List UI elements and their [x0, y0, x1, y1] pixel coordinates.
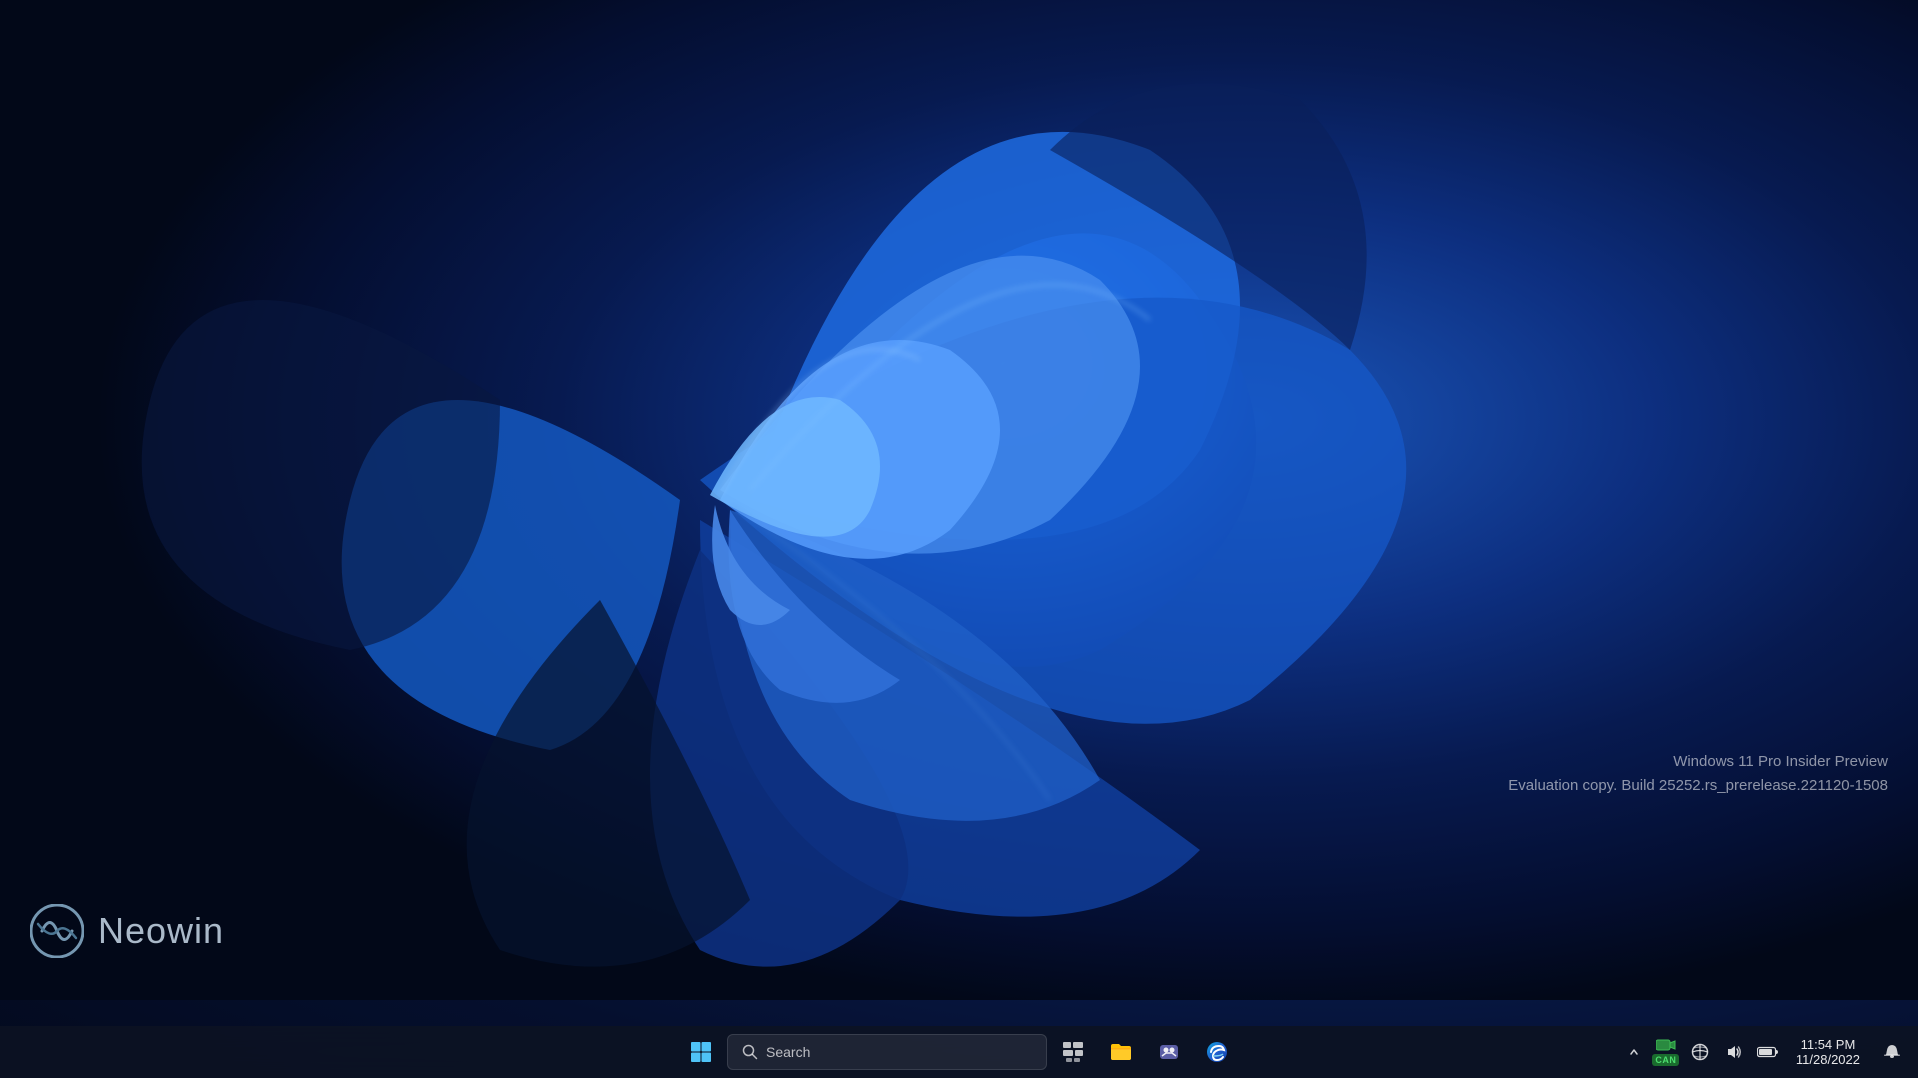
task-view-icon	[1062, 1041, 1084, 1063]
file-explorer-icon	[1109, 1040, 1133, 1064]
clock-time: 11:54 PM	[1801, 1037, 1856, 1052]
clock-date: 11/28/2022	[1796, 1052, 1860, 1067]
battery-icon	[1757, 1046, 1779, 1058]
wallpaper	[0, 0, 1918, 1078]
sound-icon	[1725, 1043, 1743, 1061]
search-label: Search	[766, 1044, 810, 1060]
taskbar: Search	[0, 1026, 1918, 1078]
teams-button[interactable]	[1147, 1030, 1191, 1074]
start-button[interactable]	[679, 1030, 723, 1074]
search-bar[interactable]: Search	[727, 1034, 1047, 1070]
network-icon	[1691, 1043, 1709, 1061]
desktop: Neowin Windows 11 Pro Insider Preview Ev…	[0, 0, 1918, 1078]
neowin-watermark: Neowin	[30, 904, 224, 958]
cam-icon	[1656, 1039, 1676, 1053]
battery-tray-icon[interactable]	[1754, 1034, 1782, 1070]
cam-tray-icon[interactable]: CAN	[1652, 1034, 1680, 1070]
windows-watermark-line1: Windows 11 Pro Insider Preview	[1508, 750, 1888, 774]
system-tray: CAN	[1622, 1030, 1910, 1074]
edge-icon	[1205, 1040, 1229, 1064]
notifications-button[interactable]	[1874, 1034, 1910, 1070]
chevron-up-icon	[1629, 1047, 1639, 1057]
notifications-icon	[1883, 1043, 1901, 1061]
neowin-logo-icon	[30, 904, 84, 958]
clock-area[interactable]: 11:54 PM 11/28/2022	[1788, 1030, 1868, 1074]
search-icon	[742, 1044, 758, 1060]
edge-button[interactable]	[1195, 1030, 1239, 1074]
neowin-brand-text: Neowin	[98, 910, 224, 952]
cam-badge-label: CAN	[1652, 1054, 1679, 1066]
windows-watermark-line2: Evaluation copy. Build 25252.rs_prerelea…	[1508, 774, 1888, 798]
taskbar-center-area: Search	[679, 1030, 1239, 1074]
sound-tray-icon[interactable]	[1720, 1034, 1748, 1070]
show-hidden-icons-button[interactable]	[1622, 1034, 1646, 1070]
windows-logo-icon	[689, 1040, 713, 1064]
task-view-button[interactable]	[1051, 1030, 1095, 1074]
network-tray-icon[interactable]	[1686, 1034, 1714, 1070]
windows-watermark: Windows 11 Pro Insider Preview Evaluatio…	[1508, 750, 1888, 798]
teams-icon	[1157, 1040, 1181, 1064]
file-explorer-button[interactable]	[1099, 1030, 1143, 1074]
